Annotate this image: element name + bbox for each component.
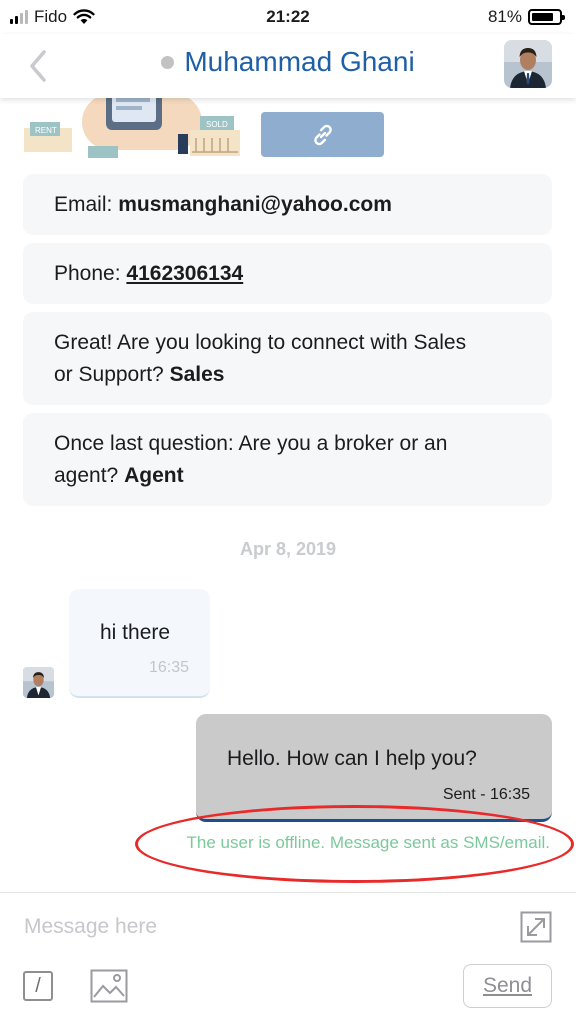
battery-group: 81% (487, 7, 565, 27)
rent-sign-label: RENT (35, 126, 57, 135)
answer-text: Sales (169, 362, 225, 386)
annotation-ellipse (135, 805, 574, 883)
contact-name: Muhammad Ghani (184, 46, 415, 77)
link-icon (313, 124, 332, 145)
sender-avatar (23, 667, 54, 698)
expand-composer-button[interactable] (520, 911, 552, 943)
slash-command-button[interactable]: / (23, 971, 53, 1001)
question-line: Once last question: Are you a broker or … (54, 431, 448, 455)
incoming-message-bubble[interactable]: hi there 16:35 (69, 589, 210, 698)
battery-percent: 81% (487, 7, 522, 26)
question-line: agent? (54, 463, 125, 487)
outgoing-message-text: Hello. How can I help you? (227, 747, 477, 770)
phone-card: Phone: 4162306134 (23, 243, 552, 304)
battery-level (532, 13, 554, 21)
open-link-button[interactable] (261, 112, 384, 157)
battery-icon (528, 9, 565, 25)
status-bar: Fido 21:22 81% (0, 0, 576, 34)
email-card: Email: musmanghani@yahoo.com (23, 174, 552, 235)
message-composer: / Send (0, 892, 576, 1024)
user-avatar-icon (504, 40, 552, 88)
header-title-group: Muhammad Ghani (0, 46, 576, 78)
sales-support-card: Great! Are you looking to connect with S… (23, 312, 552, 405)
send-button[interactable]: Send (463, 964, 552, 1008)
chat-header: Muhammad Ghani (0, 34, 576, 98)
real-estate-illustration: RENT SOLD (24, 98, 240, 158)
outgoing-message-status: Sent - 16:35 (442, 786, 530, 803)
carrier-group: Fido (10, 7, 95, 27)
incoming-message-time: 16:35 (148, 659, 189, 676)
image-icon (90, 969, 128, 1003)
phone-label: Phone: (54, 261, 127, 285)
wifi-icon (73, 9, 95, 24)
phone-link[interactable]: 4162306134 (126, 262, 243, 285)
presence-indicator (161, 55, 175, 69)
email-label: Email: (54, 192, 119, 216)
question-line: or Support? (54, 362, 170, 386)
conversation[interactable]: RENT SOLD Email: musmanghani@yahoo.com P… (0, 98, 576, 892)
question-line: Great! Are you looking to connect with S… (54, 330, 467, 354)
slash-icon: / (35, 974, 41, 997)
expand-icon (520, 911, 552, 943)
attach-image-button[interactable] (90, 969, 128, 1003)
answer-text: Agent (124, 463, 184, 487)
sold-sign-label: SOLD (206, 120, 228, 129)
email-value[interactable]: musmanghani@yahoo.com (118, 193, 392, 216)
contact-avatar[interactable] (504, 40, 552, 88)
carrier-name: Fido (34, 7, 68, 26)
broker-agent-card: Once last question: Are you a broker or … (23, 413, 552, 506)
date-separator: Apr 8, 2019 (239, 539, 337, 559)
message-input[interactable] (24, 907, 494, 947)
user-avatar-icon (23, 667, 54, 698)
signal-icon (10, 10, 28, 24)
incoming-message-text: hi there (100, 621, 171, 644)
